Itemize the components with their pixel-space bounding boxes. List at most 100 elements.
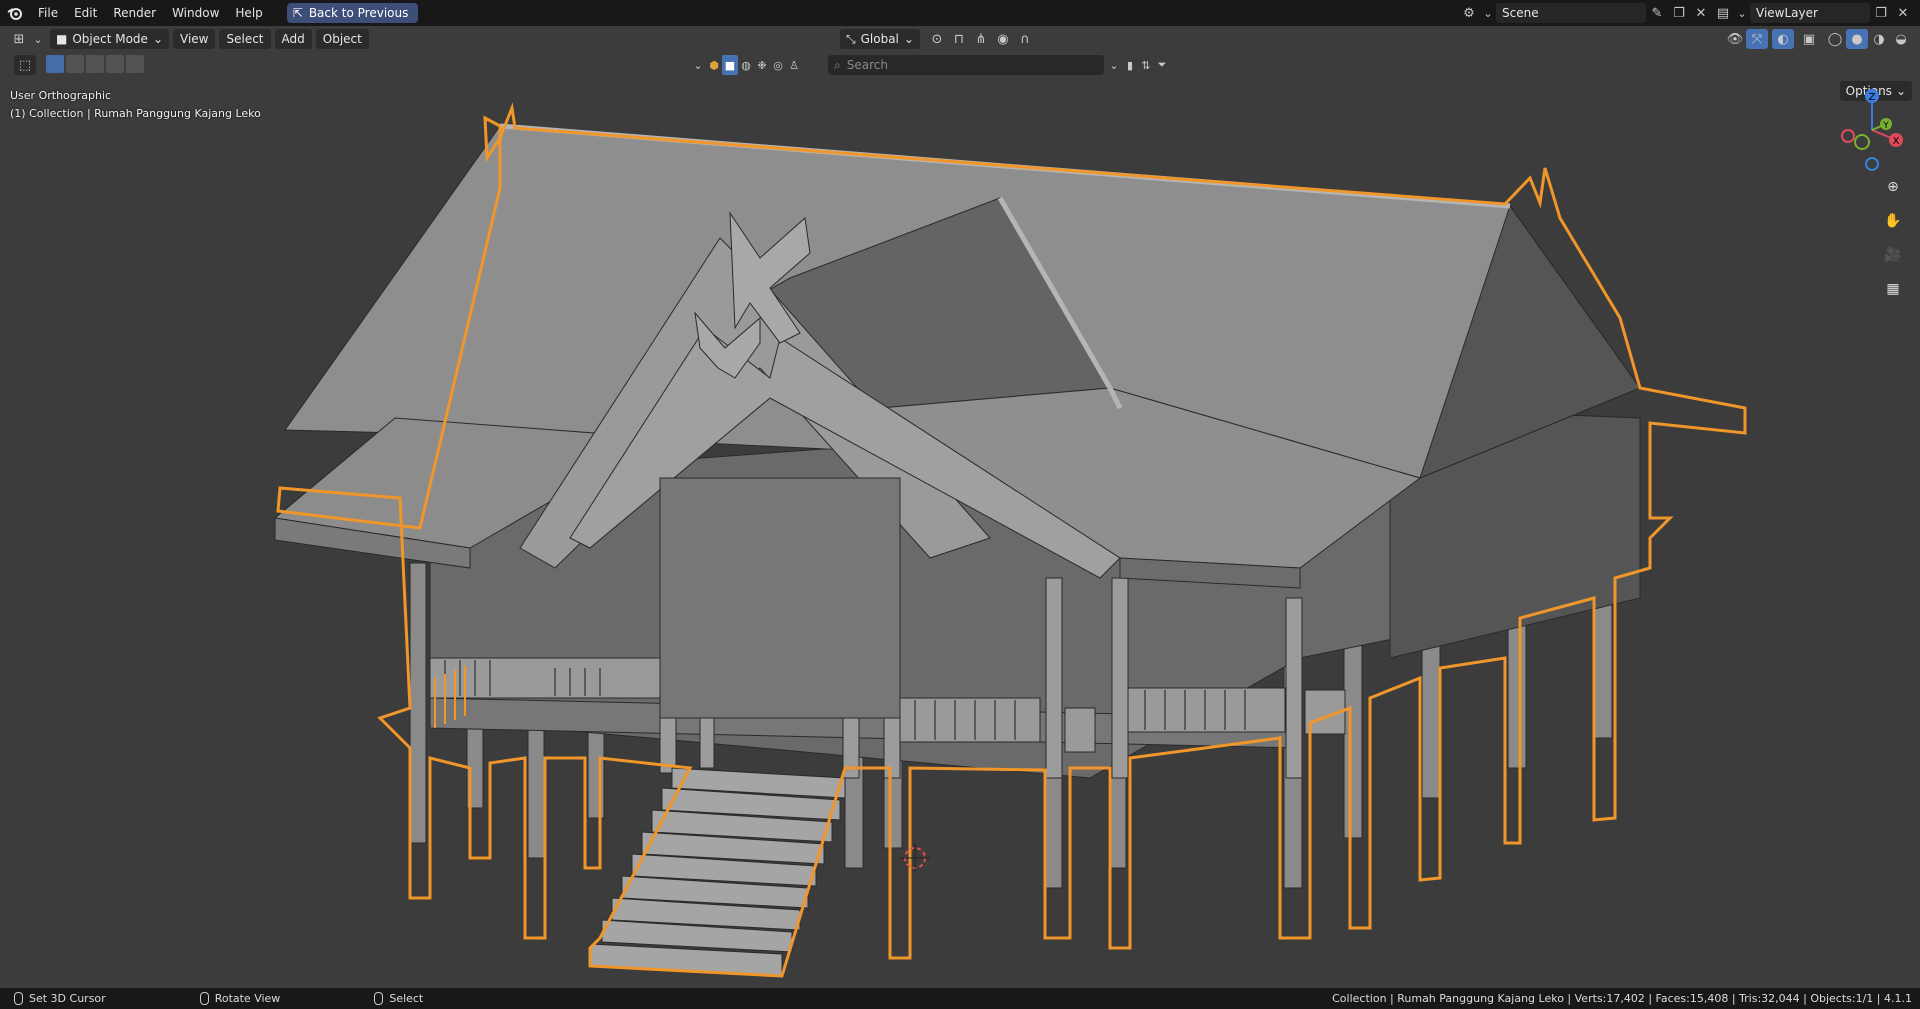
menu-object[interactable]: Object <box>315 29 369 49</box>
menu-select[interactable]: Select <box>219 29 271 49</box>
wireframe-shading-icon[interactable]: ◯ <box>1824 29 1846 49</box>
sphere-filter-icon[interactable]: ◍ <box>738 55 754 75</box>
snap-icon[interactable]: ⊓ <box>948 29 970 49</box>
select-invert-icon[interactable] <box>106 55 124 73</box>
new-view-layer-icon[interactable]: ❐ <box>1870 3 1892 23</box>
back-to-previous-label: Back to Previous <box>308 6 409 20</box>
mouse-left-icon <box>14 992 23 1005</box>
menu-help[interactable]: Help <box>227 0 270 26</box>
bookmark-icon[interactable]: ▮ <box>1122 55 1138 75</box>
shading-controls: 👁 ⤧ ◐ ▣ ◯ ● ◑ ◒ <box>1724 29 1912 49</box>
grid-view-icon[interactable]: ▦ <box>1880 276 1906 302</box>
object-mode-icon: ■ <box>56 32 68 46</box>
editor-type-icon[interactable]: ⊞ <box>8 29 30 49</box>
filter-icon[interactable]: ⏷ <box>1154 55 1170 75</box>
tool-select-icon[interactable]: ⬚ <box>14 55 36 75</box>
search-placeholder: Search <box>846 58 888 72</box>
workspace-selectors: ⚙ ⌄ Scene ✎ ❐ ✕ ▤ ⌄ ViewLayer ❐ ✕ <box>1458 0 1920 26</box>
chevron-down-icon: ⌄ <box>903 32 914 46</box>
armature-filter-icon[interactable]: ♙ <box>786 55 802 75</box>
menu-file[interactable]: File <box>30 0 66 26</box>
gizmo-x-label: X <box>1893 136 1900 147</box>
view-layer-name: ViewLayer <box>1756 6 1818 20</box>
house-model[interactable] <box>0 78 1920 988</box>
chevron-down-icon[interactable]: ⌄ <box>1106 55 1122 75</box>
menu-add[interactable]: Add <box>274 29 312 49</box>
mode-label: Object Mode <box>72 32 148 46</box>
pivot-icon[interactable]: ⊙ <box>926 29 948 49</box>
scene-statistics: Collection | Rumah Panggung Kajang Leko … <box>1332 992 1912 1005</box>
transform-controls: ⤡ Global ⌄ ⊙ ⊓ ⋔ ◉ ∩ <box>836 29 1036 49</box>
mode-dropdown[interactable]: ■ Object Mode ⌄ <box>50 29 169 49</box>
status-left-click: Set 3D Cursor <box>14 992 106 1005</box>
menu-window[interactable]: Window <box>164 0 227 26</box>
select-subtract-icon[interactable] <box>86 55 104 73</box>
menu-edit[interactable]: Edit <box>66 0 105 26</box>
falloff-icon[interactable]: ∩ <box>1014 29 1036 49</box>
status-middle-label: Rotate View <box>214 992 281 1005</box>
world-filter-icon[interactable]: ◎ <box>770 55 786 75</box>
menu-render[interactable]: Render <box>105 0 164 26</box>
3d-viewport[interactable]: ⊞ ⌄ ■ Object Mode ⌄ View Select Add Obje… <box>0 26 1920 988</box>
view-layer-field[interactable]: ViewLayer <box>1750 3 1870 23</box>
scene-name: Scene <box>1502 6 1539 20</box>
menu-view[interactable]: View <box>173 29 216 49</box>
snap-target-icon[interactable]: ⋔ <box>970 29 992 49</box>
blender-logo-icon[interactable] <box>0 0 30 26</box>
pan-hand-icon[interactable]: ✋ <box>1880 208 1906 234</box>
mouse-middle-icon <box>199 992 209 1005</box>
back-to-previous-button[interactable]: ⇱ Back to Previous <box>286 3 419 23</box>
select-new-icon[interactable] <box>46 55 64 73</box>
view-layer-icon[interactable]: ▤ <box>1712 3 1734 23</box>
filter-controls: ⌄ ▮ ⇅ ⏷ <box>1106 55 1170 75</box>
transform-orientation-dropdown[interactable]: ⤡ Global ⌄ <box>840 29 920 49</box>
scene-icon[interactable]: ⚙ <box>1458 3 1480 23</box>
object-type-icon[interactable]: ⬢ <box>706 55 722 75</box>
navigation-gizmo[interactable]: Z X Y <box>1826 84 1906 174</box>
status-bar: Set 3D Cursor Rotate View Select Collect… <box>0 988 1920 1009</box>
visibility-icon[interactable]: 👁 <box>1724 29 1746 49</box>
new-scene-icon[interactable]: ❐ <box>1668 3 1690 23</box>
select-extend-icon[interactable] <box>66 55 84 73</box>
top-menu-bar: File Edit Render Window Help ⇱ Back to P… <box>0 0 1920 26</box>
select-intersect-icon[interactable] <box>126 55 144 73</box>
gizmo-toggle-icon[interactable]: ⤧ <box>1746 29 1768 49</box>
status-middle-click: Rotate View <box>199 992 281 1005</box>
close-icon[interactable]: ✕ <box>1690 3 1712 23</box>
zoom-icon[interactable]: ⊕ <box>1880 174 1906 200</box>
status-right-click: Select <box>374 992 423 1005</box>
chevron-down-icon: ⌄ <box>152 32 163 46</box>
chevron-down-icon: ⌄ <box>1737 6 1747 20</box>
search-icon: ⌕ <box>834 57 841 72</box>
status-left-label: Set 3D Cursor <box>29 992 106 1005</box>
orientation-icon: ⤡ <box>846 31 856 46</box>
selection-mode-buttons <box>46 55 144 73</box>
proportional-edit-icon[interactable]: ◉ <box>992 29 1014 49</box>
material-shading-icon[interactable]: ◑ <box>1868 29 1890 49</box>
chevron-down-icon: ⌄ <box>1483 6 1493 20</box>
rendered-shading-icon[interactable]: ◒ <box>1890 29 1912 49</box>
mesh-filter-icon[interactable]: ■ <box>722 55 738 75</box>
camera-view-icon[interactable]: 🎥 <box>1880 242 1906 268</box>
solid-shading-icon[interactable]: ● <box>1846 29 1868 49</box>
gizmo-y-label: Y <box>1882 121 1889 131</box>
viewport-header: ⊞ ⌄ ■ Object Mode ⌄ View Select Add Obje… <box>0 26 1920 52</box>
orientation-label: Global <box>860 32 899 46</box>
sort-icon[interactable]: ⇅ <box>1138 55 1154 75</box>
search-input[interactable]: ⌕ Search <box>828 55 1104 75</box>
back-icon: ⇱ <box>292 6 303 20</box>
chevron-down-icon: ⌄ <box>33 32 43 46</box>
xray-icon[interactable]: ▣ <box>1798 29 1820 49</box>
object-type-filters: ⌄ ⬢ ■ ◍ ❉ ◎ ♙ <box>690 55 802 75</box>
close-icon[interactable]: ✕ <box>1892 3 1914 23</box>
pin-icon[interactable]: ✎ <box>1646 3 1668 23</box>
mouse-right-icon <box>374 992 384 1005</box>
material-filter-icon[interactable]: ❉ <box>754 55 770 75</box>
gizmo-z-label: Z <box>1869 92 1876 103</box>
chevron-down-icon[interactable]: ⌄ <box>690 55 706 75</box>
overlay-toggle-icon[interactable]: ◐ <box>1772 29 1794 49</box>
front-stairs <box>589 767 846 977</box>
scene-field[interactable]: Scene <box>1496 3 1646 23</box>
status-right-label: Select <box>389 992 424 1005</box>
3d-cursor-icon <box>900 843 930 873</box>
